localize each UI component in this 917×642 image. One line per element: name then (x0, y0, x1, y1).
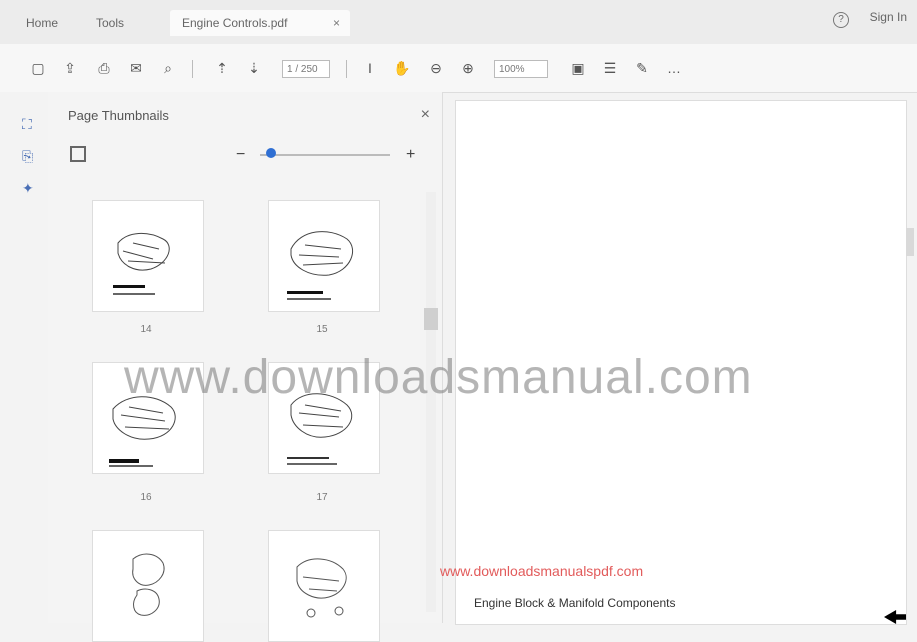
document-scrollbar[interactable] (906, 228, 914, 256)
thumbnail-zoom-slider[interactable] (260, 154, 390, 156)
tab-home[interactable]: Home (26, 10, 58, 36)
thumbnail-number: 14 (140, 324, 152, 335)
thumbnail-image (287, 231, 353, 300)
thumbnail-zoom-knob[interactable] (266, 148, 276, 158)
pen-icon[interactable]: ✎ (632, 58, 652, 78)
upload-icon[interactable]: ⇪ (60, 58, 80, 78)
next-icon[interactable]: ⇣ (244, 58, 264, 78)
left-rail: ⛶ ⎘ ✦ (0, 92, 48, 623)
title-bar: Home Tools Engine Controls.pdf × ? Sign … (0, 0, 917, 44)
thumbnail-image (132, 553, 165, 616)
thumbnail-number: 15 (316, 324, 328, 335)
panel-close-icon[interactable]: × (421, 106, 430, 124)
thumbnail-image (113, 233, 170, 295)
arrow-icon (884, 610, 906, 624)
zoom-minus-button[interactable]: − (236, 146, 245, 164)
print-icon[interactable]: ⎙ (94, 58, 114, 78)
more-icon[interactable]: … (664, 58, 684, 78)
prev-icon[interactable]: ⇡ (212, 58, 232, 78)
thumbnail-image (296, 558, 347, 618)
toolbar-divider (192, 60, 193, 78)
thumbnail-image (109, 396, 176, 467)
thumbnail-scrollbar[interactable] (426, 192, 436, 612)
comment-icon[interactable]: ☰ (600, 58, 620, 78)
bookmark-icon[interactable]: ⎘ (22, 148, 40, 166)
page-thumbnail[interactable] (268, 200, 380, 312)
mail-icon[interactable]: ✉ (126, 58, 146, 78)
panel-menu-icon[interactable] (70, 146, 86, 162)
page-thumbnail[interactable] (92, 362, 204, 474)
thumbnails-icon[interactable]: ⛶ (22, 116, 40, 134)
thumbnail-panel: Page Thumbnails × − + 14 15 16 17 (48, 92, 443, 642)
thumbnail-scroll-thumb[interactable] (424, 308, 438, 330)
tab-tools[interactable]: Tools (96, 10, 124, 36)
figure-caption: Engine Block & Manifold Components (474, 596, 676, 610)
save-icon[interactable]: ▢ (28, 58, 48, 78)
thumbnail-number: 16 (140, 492, 152, 503)
zoom-out-icon[interactable]: ⊖ (426, 58, 446, 78)
panel-title: Page Thumbnails (68, 108, 169, 123)
hand-icon[interactable]: ✋ (392, 58, 412, 78)
select-icon[interactable]: I (360, 58, 380, 78)
document-page (455, 100, 907, 625)
close-icon[interactable]: × (333, 10, 340, 36)
attachment-icon[interactable]: ✦ (22, 180, 40, 198)
fit-icon[interactable]: ▣ (568, 58, 588, 78)
tab-document[interactable]: Engine Controls.pdf × (170, 10, 350, 36)
tab-document-label: Engine Controls.pdf (182, 16, 288, 30)
page-thumbnail[interactable] (268, 530, 380, 642)
document-url-text: www.downloadsmanualspdf.com (440, 563, 644, 579)
page-number-field[interactable]: 1 / 250 (282, 60, 330, 78)
sign-in-link[interactable]: Sign In (870, 10, 907, 24)
toolbar: ▢ ⇪ ⎙ ✉ ⌕ ⇡ ⇣ 1 / 250 I ✋ ⊖ ⊕ 100% ▣ ☰ ✎… (0, 44, 917, 93)
zoom-plus-button[interactable]: + (406, 146, 415, 164)
page-thumbnail[interactable] (92, 530, 204, 642)
page-thumbnail[interactable] (268, 362, 380, 474)
thumbnail-image (287, 393, 353, 465)
page-thumbnail[interactable] (92, 200, 204, 312)
zoom-field[interactable]: 100% (494, 60, 548, 78)
zoom-in-icon[interactable]: ⊕ (458, 58, 478, 78)
search-icon[interactable]: ⌕ (158, 58, 178, 78)
toolbar-divider (346, 60, 347, 78)
thumbnail-number: 17 (316, 492, 328, 503)
help-icon[interactable]: ? (833, 12, 849, 28)
